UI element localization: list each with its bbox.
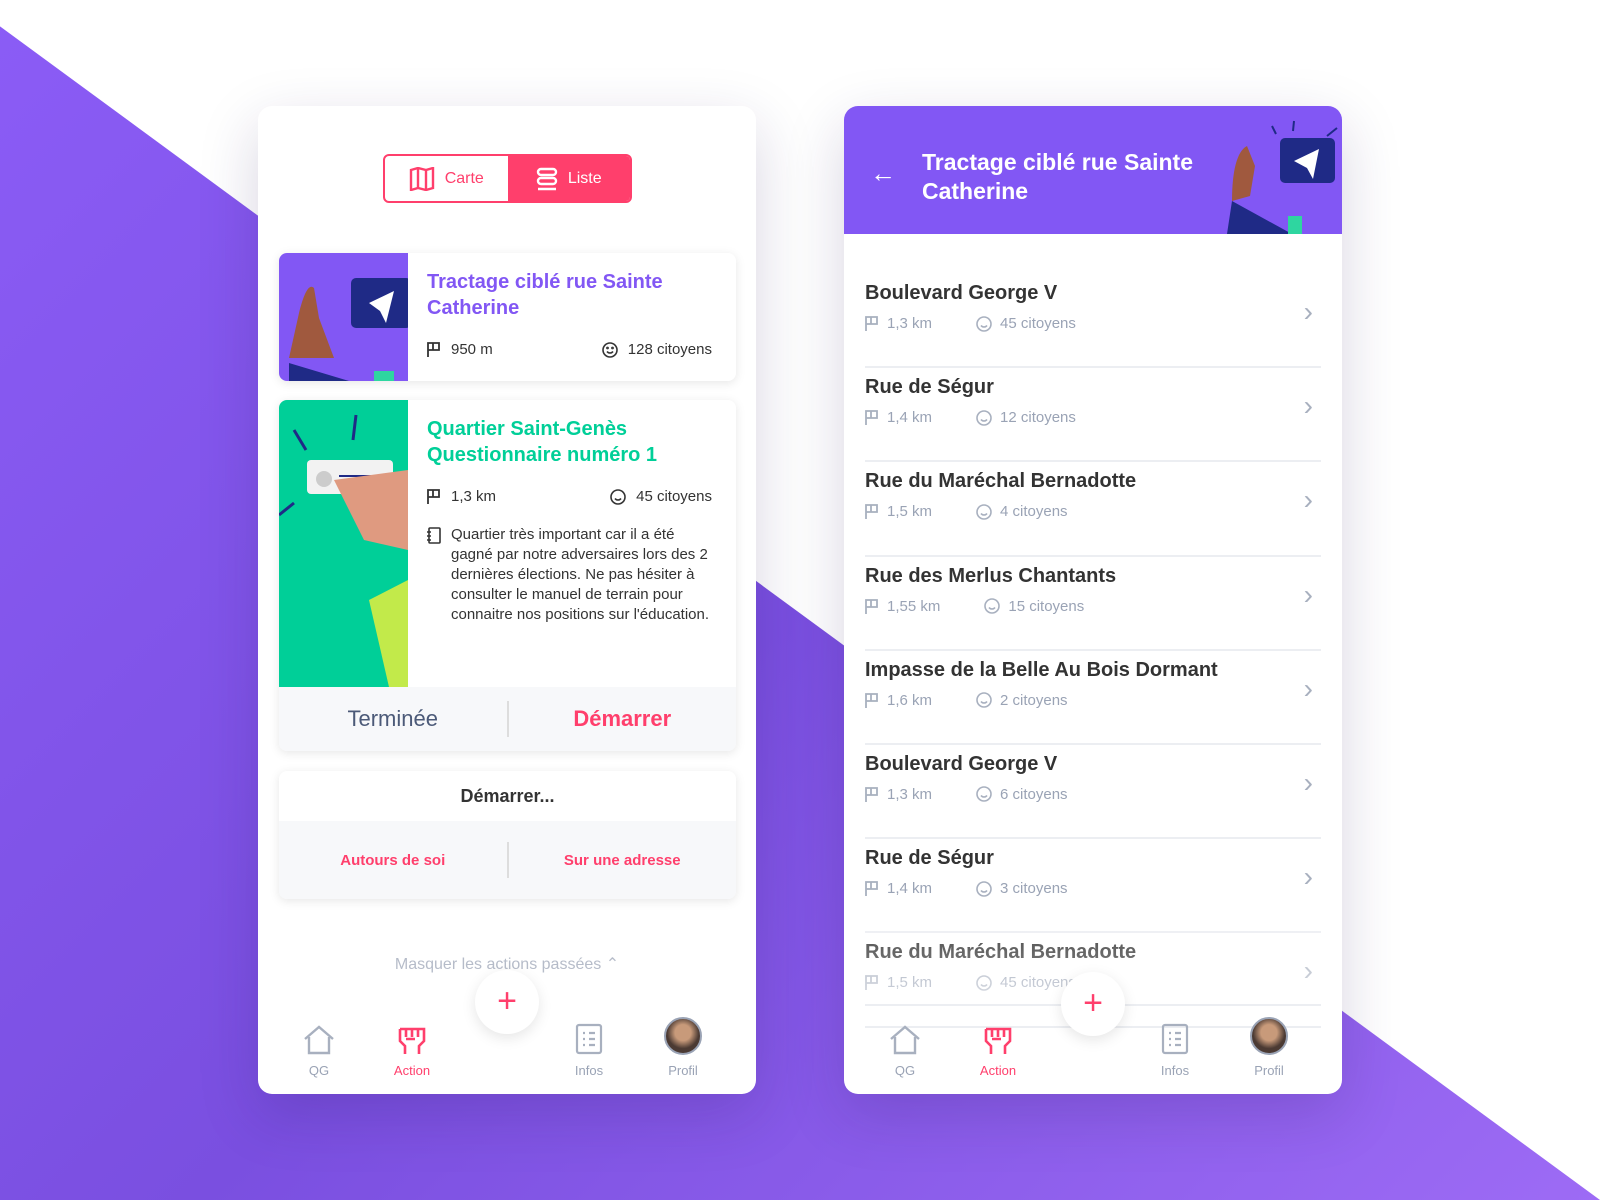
chevron-right-icon: › bbox=[1303, 861, 1313, 893]
flag-icon bbox=[865, 881, 878, 897]
flyer-illustration bbox=[1227, 120, 1338, 234]
flag-icon bbox=[865, 787, 878, 802]
doorbell-illustration bbox=[279, 400, 408, 687]
distance: 1,3 km bbox=[887, 315, 933, 332]
document-icon bbox=[575, 1023, 603, 1055]
action-title: Tractage ciblé rue Sainte Catherine bbox=[427, 271, 663, 319]
street-name: Rue de Ségur bbox=[865, 847, 994, 870]
distance: 1,55 km bbox=[887, 597, 941, 615]
citizen-count: 15 citoyens bbox=[1008, 597, 1085, 615]
flag-icon bbox=[865, 316, 878, 331]
bottom-tab-bar: + QG Action Infos Profil bbox=[865, 972, 1321, 1094]
action-list-screen: Carte Liste Tractage ciblé rue Sainte Ca… bbox=[258, 106, 756, 1094]
street-name: Rue des Merlus Chantants bbox=[865, 564, 1117, 587]
distance: 1,6 km bbox=[887, 691, 933, 709]
action-description: Quartier très important car il a été gag… bbox=[451, 526, 710, 623]
list-item[interactable]: Impasse de la Belle Au Bois Dormant 1,6 … bbox=[865, 651, 1321, 745]
smiley-icon bbox=[976, 786, 992, 803]
citizen-count: 3 citoyens bbox=[1000, 880, 1068, 898]
chevron-right-icon: › bbox=[1303, 296, 1313, 327]
citizen-count: 4 citoyens bbox=[1000, 503, 1068, 521]
street-name: Rue de Ségur bbox=[865, 376, 994, 399]
smiley-icon bbox=[976, 692, 992, 709]
list-item[interactable]: Rue des Merlus Chantants 1,55 km 15 cito… bbox=[865, 557, 1321, 651]
smiley-icon bbox=[976, 504, 992, 520]
flyer-illustration bbox=[279, 253, 408, 381]
distance: 1,5 km bbox=[887, 503, 933, 521]
list-icon bbox=[536, 167, 558, 190]
chevron-right-icon: › bbox=[1303, 390, 1313, 422]
add-button[interactable]: + bbox=[1061, 972, 1125, 1036]
tab-action[interactable]: Action bbox=[382, 1025, 442, 1078]
document-icon bbox=[1161, 1023, 1189, 1055]
flag-icon bbox=[427, 342, 440, 357]
view-toggle: Carte Liste bbox=[383, 154, 632, 203]
distance: 1,4 km bbox=[887, 409, 933, 427]
smiley-icon bbox=[976, 409, 992, 426]
fist-icon bbox=[398, 1027, 426, 1054]
citizen-count: 12 citoyens bbox=[1000, 409, 1076, 427]
start-options-title: Démarrer... bbox=[460, 786, 555, 806]
bottom-tab-bar: + QG Action Infos Profil bbox=[258, 970, 756, 1094]
tab-action[interactable]: Action bbox=[968, 1025, 1028, 1078]
start-at-address-button[interactable]: Sur une adresse bbox=[509, 852, 737, 869]
flag-icon bbox=[865, 598, 878, 614]
map-view-button[interactable]: Carte bbox=[385, 156, 508, 201]
citizen-count: 45 citoyens bbox=[1000, 315, 1076, 332]
distance: 1,3 km bbox=[887, 785, 933, 803]
smiley-icon bbox=[984, 598, 1001, 614]
chevron-right-icon: › bbox=[1303, 766, 1313, 798]
notebook-icon bbox=[427, 527, 441, 544]
chevron-right-icon: › bbox=[1303, 578, 1313, 610]
action-card[interactable]: Quartier Saint-Genès Questionnaire numér… bbox=[279, 400, 736, 751]
home-icon bbox=[304, 1025, 334, 1055]
fist-icon bbox=[984, 1027, 1012, 1054]
header: ← Tractage ciblé rue Sainte Catherine bbox=[844, 106, 1342, 234]
action-card[interactable]: Tractage ciblé rue Sainte Catherine 950 … bbox=[279, 253, 736, 381]
add-button[interactable]: + bbox=[475, 970, 539, 1034]
list-item[interactable]: Boulevard George V 1,3 km 45 citoyens › bbox=[865, 274, 1321, 369]
street-name: Rue du Maréchal Bernadotte bbox=[865, 470, 1137, 493]
list-item[interactable]: Boulevard George V 1,3 km 6 citoyens › bbox=[865, 745, 1321, 840]
tab-profil[interactable]: Profil bbox=[1239, 1017, 1299, 1078]
chevron-right-icon: › bbox=[1303, 484, 1313, 516]
smiley-icon bbox=[601, 341, 618, 358]
street-name: Boulevard George V bbox=[865, 282, 1058, 304]
avatar bbox=[664, 1017, 702, 1055]
citizen-count: 2 citoyens bbox=[1000, 691, 1068, 709]
start-around-me-button[interactable]: Autours de soi bbox=[279, 852, 507, 869]
home-icon bbox=[890, 1025, 920, 1055]
tab-infos[interactable]: Infos bbox=[1145, 1023, 1205, 1078]
street-name: Impasse de la Belle Au Bois Dormant bbox=[865, 658, 1218, 681]
map-icon bbox=[409, 166, 434, 191]
smiley-icon bbox=[976, 315, 992, 332]
list-view-button[interactable]: Liste bbox=[507, 156, 630, 201]
action-title: Quartier Saint-Genès Questionnaire numér… bbox=[427, 418, 658, 466]
citizen-count: 6 citoyens bbox=[1000, 785, 1068, 803]
tab-profil[interactable]: Profil bbox=[653, 1017, 713, 1078]
start-button[interactable]: Démarrer bbox=[509, 706, 737, 732]
done-button[interactable]: Terminée bbox=[279, 706, 507, 732]
flag-icon bbox=[865, 410, 878, 426]
flag-icon bbox=[865, 692, 878, 708]
page-title: Tractage ciblé rue Sainte Catherine bbox=[922, 149, 1194, 204]
chevron-up-icon: ⌃ bbox=[605, 956, 620, 973]
action-detail-screen: ← Tractage ciblé rue Sainte Catherine Bo… bbox=[844, 106, 1342, 1094]
distance: 1,4 km bbox=[887, 880, 933, 898]
avatar bbox=[1250, 1017, 1288, 1055]
start-options-card: Démarrer... Autours de soi Sur une adres… bbox=[279, 771, 736, 899]
list-item[interactable]: Rue du Maréchal Bernadotte 1,5 km 4 cito… bbox=[865, 462, 1321, 557]
tab-infos[interactable]: Infos bbox=[559, 1023, 619, 1078]
tab-qg[interactable]: QG bbox=[875, 1025, 935, 1078]
chevron-right-icon: › bbox=[1303, 672, 1313, 704]
flag-icon bbox=[865, 504, 878, 520]
tab-qg[interactable]: QG bbox=[289, 1025, 349, 1078]
smiley-icon bbox=[610, 488, 626, 505]
flag-icon bbox=[427, 489, 440, 504]
smiley-icon bbox=[976, 880, 992, 897]
list-item[interactable]: Rue de Ségur 1,4 km 12 citoyens › bbox=[865, 368, 1321, 463]
street-name: Boulevard George V bbox=[865, 752, 1058, 775]
back-arrow-icon[interactable]: ← bbox=[870, 158, 896, 189]
